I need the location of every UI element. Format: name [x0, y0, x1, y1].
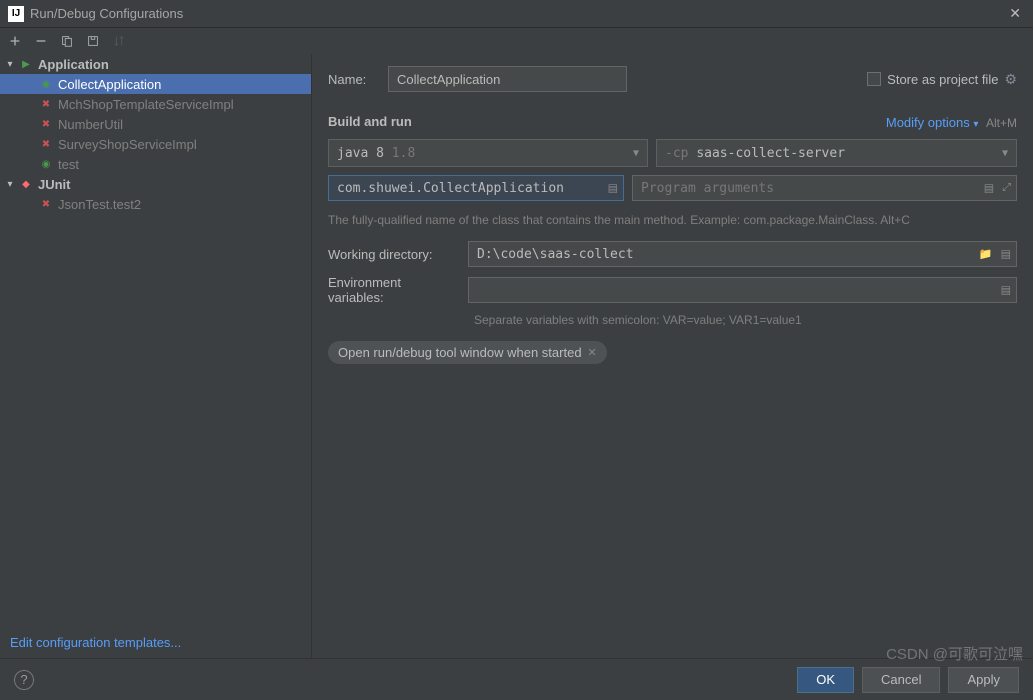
- tree-node-application[interactable]: ▾ ▶ Application: [0, 54, 311, 74]
- tree-item-test[interactable]: ◉ test: [0, 154, 311, 174]
- chevron-down-icon: ▾: [4, 59, 16, 70]
- config-form: Name: Store as project file ⚙ Build and …: [312, 54, 1033, 658]
- tree-node-junit[interactable]: ▾ ◆ JUnit: [0, 174, 311, 194]
- chevron-down-icon: ▾: [4, 179, 16, 190]
- apply-button[interactable]: Apply: [948, 667, 1019, 693]
- folder-icon[interactable]: 📁: [977, 248, 995, 261]
- tree-item-label: MchShopTemplateServiceImpl: [58, 97, 234, 112]
- sidebar: ▾ ▶ Application ◉ CollectApplication ✖ M…: [0, 54, 312, 658]
- tree-item-label: SurveyShopServiceImpl: [58, 137, 197, 152]
- store-project-label: Store as project file: [887, 72, 998, 87]
- name-label: Name:: [328, 72, 378, 87]
- modify-options-shortcut: Alt+M: [986, 116, 1017, 130]
- tree-item-mchshoptemplate[interactable]: ✖ MchShopTemplateServiceImpl: [0, 94, 311, 114]
- gear-icon[interactable]: ⚙: [1004, 71, 1017, 88]
- classpath-dropdown[interactable]: -cp saas-collect-server ▼: [656, 139, 1017, 167]
- list-icon[interactable]: ▤: [999, 284, 1013, 297]
- tree-item-label: test: [58, 157, 79, 172]
- env-vars-hint: Separate variables with semicolon: VAR=v…: [474, 313, 1017, 327]
- error-icon: ✖: [38, 96, 54, 112]
- error-icon: ✖: [38, 116, 54, 132]
- working-dir-input[interactable]: [468, 241, 1017, 267]
- expand-icon[interactable]: ⤢: [1000, 182, 1013, 195]
- tree-item-label: CollectApplication: [58, 77, 161, 92]
- env-vars-label: Environment variables:: [328, 275, 458, 305]
- close-icon[interactable]: ✕: [1005, 5, 1025, 22]
- chevron-down-icon: ▼: [633, 148, 639, 159]
- ok-button[interactable]: OK: [797, 667, 854, 693]
- close-icon[interactable]: ✕: [588, 346, 597, 359]
- tree-item-jsontest[interactable]: ✖ JsonTest.test2: [0, 194, 311, 214]
- help-button[interactable]: ?: [14, 670, 34, 690]
- java-version-dropdown[interactable]: java 8 1.8 ▼: [328, 139, 648, 167]
- build-run-heading: Build and run: [328, 114, 412, 129]
- list-icon[interactable]: ▤: [999, 248, 1013, 261]
- save-config-button[interactable]: [84, 32, 102, 50]
- list-icon[interactable]: ▤: [606, 182, 620, 195]
- working-dir-label: Working directory:: [328, 247, 458, 262]
- tree-label: Application: [38, 57, 109, 72]
- chip-label: Open run/debug tool window when started: [338, 345, 582, 360]
- run-config-icon: ◉: [38, 76, 54, 92]
- edit-templates-link[interactable]: Edit configuration templates...: [0, 627, 311, 658]
- store-project-checkbox[interactable]: [867, 72, 881, 86]
- toolbar: [0, 28, 1033, 54]
- option-chip[interactable]: Open run/debug tool window when started …: [328, 341, 607, 364]
- tree-item-surveyshop[interactable]: ✖ SurveyShopServiceImpl: [0, 134, 311, 154]
- tree-item-collectapplication[interactable]: ◉ CollectApplication: [0, 74, 311, 94]
- tree-item-label: NumberUtil: [58, 117, 123, 132]
- tree-item-numberutil[interactable]: ✖ NumberUtil: [0, 114, 311, 134]
- copy-config-button[interactable]: [58, 32, 76, 50]
- env-vars-input[interactable]: [468, 277, 1017, 303]
- error-icon: ✖: [38, 136, 54, 152]
- titlebar: IJ Run/Debug Configurations ✕: [0, 0, 1033, 28]
- program-args-input[interactable]: [632, 175, 1017, 201]
- main-class-input[interactable]: [328, 175, 624, 201]
- config-tree: ▾ ▶ Application ◉ CollectApplication ✖ M…: [0, 54, 311, 627]
- sort-config-button[interactable]: [110, 32, 128, 50]
- junit-icon: ◆: [18, 176, 34, 192]
- tree-label: JUnit: [38, 177, 71, 192]
- main-content: ▾ ▶ Application ◉ CollectApplication ✖ M…: [0, 54, 1033, 658]
- modify-options-link[interactable]: Modify options ▾: [886, 115, 978, 130]
- footer: ? OK Cancel Apply: [0, 658, 1033, 700]
- application-icon: ▶: [18, 56, 34, 72]
- list-icon[interactable]: ▤: [982, 182, 996, 195]
- name-input[interactable]: [388, 66, 627, 92]
- cancel-button[interactable]: Cancel: [862, 667, 940, 693]
- watermark: CSDN @可歌可泣嘿: [886, 643, 1023, 664]
- remove-config-button[interactable]: [32, 32, 50, 50]
- window-title: Run/Debug Configurations: [30, 6, 1005, 21]
- add-config-button[interactable]: [6, 32, 24, 50]
- run-config-icon: ◉: [38, 156, 54, 172]
- main-class-hint: The fully-qualified name of the class th…: [328, 213, 1017, 227]
- tree-item-label: JsonTest.test2: [58, 197, 141, 212]
- error-icon: ✖: [38, 196, 54, 212]
- chevron-down-icon: ▼: [1002, 148, 1008, 159]
- app-icon: IJ: [8, 6, 24, 22]
